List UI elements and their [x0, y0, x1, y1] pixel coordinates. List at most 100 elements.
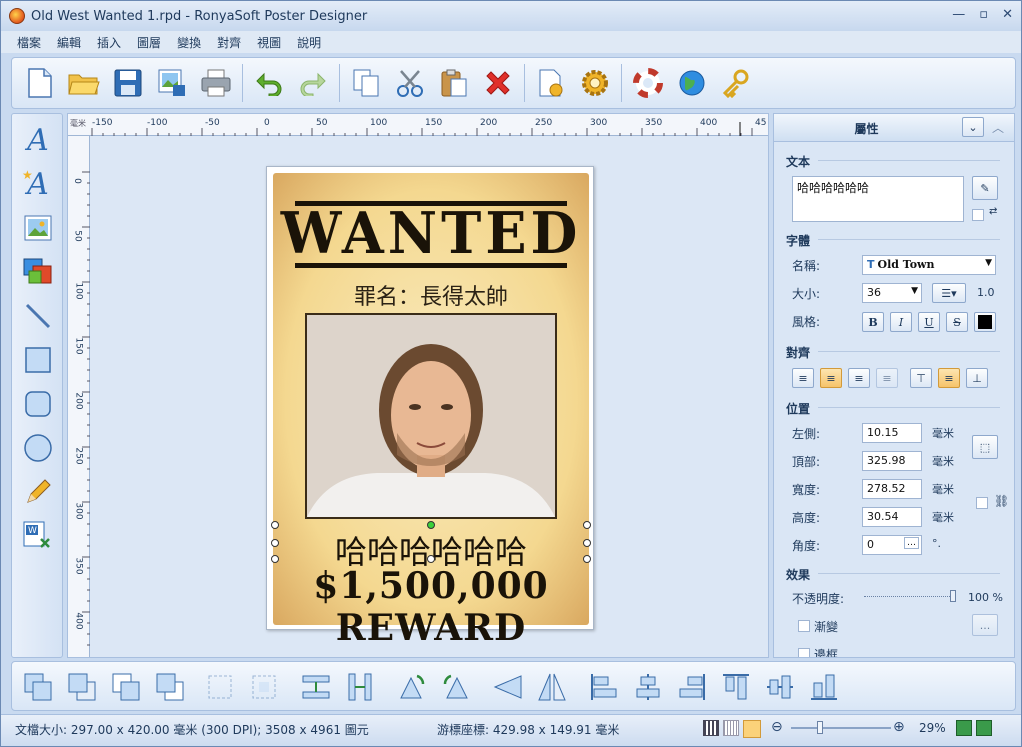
align-left-button[interactable]: ≡: [792, 368, 814, 388]
text-content-field[interactable]: 哈哈哈哈哈哈: [792, 176, 964, 222]
copy-button[interactable]: [346, 63, 386, 103]
angle-input[interactable]: 0…: [862, 535, 922, 555]
image-tool[interactable]: [20, 210, 56, 246]
actual-size-icon[interactable]: [976, 720, 992, 736]
rectangle-tool[interactable]: [20, 342, 56, 378]
minimize-button[interactable]: —: [952, 7, 965, 22]
line-spacing-button[interactable]: ☰▾: [932, 283, 966, 303]
resize-handle-nw[interactable]: [271, 521, 279, 529]
menu-edit[interactable]: 編輯: [57, 34, 81, 51]
menu-transform[interactable]: 變換: [177, 34, 201, 51]
zoom-slider-thumb[interactable]: [817, 721, 823, 734]
edit-text-button[interactable]: ✎: [972, 176, 998, 200]
delete-button[interactable]: [478, 63, 518, 103]
valign-bottom-button[interactable]: ⊥: [966, 368, 988, 388]
menu-file[interactable]: 檔案: [17, 34, 41, 51]
settings-button[interactable]: [575, 63, 615, 103]
bring-to-front-button[interactable]: [20, 669, 56, 705]
crime-text[interactable]: 罪名：長得太帥: [273, 279, 589, 311]
angle-picker-button[interactable]: …: [904, 537, 919, 549]
gradient-checkbox[interactable]: [798, 620, 810, 632]
resize-handle-se[interactable]: [583, 555, 591, 563]
font-size-select[interactable]: 36 ▼: [862, 283, 922, 303]
undo-button[interactable]: [249, 63, 289, 103]
menu-view[interactable]: 視圖: [257, 34, 281, 51]
cut-button[interactable]: [390, 63, 430, 103]
zoom-out-icon[interactable]: ⊖: [771, 719, 783, 735]
top-input[interactable]: 325.98: [862, 451, 922, 471]
menu-layer[interactable]: 圖層: [137, 34, 161, 51]
help-button[interactable]: [628, 63, 668, 103]
redo-button[interactable]: [293, 63, 333, 103]
panel-dropdown-button[interactable]: ⌄: [962, 117, 984, 137]
fit-to-page-button[interactable]: ⬚: [972, 435, 998, 459]
italic-button[interactable]: I: [890, 312, 912, 332]
ungroup-button[interactable]: [246, 669, 282, 705]
resize-handle-e[interactable]: [583, 539, 591, 547]
group-button[interactable]: [202, 669, 238, 705]
resize-handle-w[interactable]: [271, 539, 279, 547]
save-button[interactable]: [108, 63, 148, 103]
gradient-settings-button[interactable]: ...: [972, 614, 998, 636]
text-tool[interactable]: A: [20, 122, 56, 158]
line-tool[interactable]: [20, 298, 56, 334]
height-input[interactable]: 30.54: [862, 507, 922, 527]
flip-horizontal-button[interactable]: [534, 669, 570, 705]
justify-button[interactable]: ≡: [876, 368, 898, 388]
fit-page-icon[interactable]: [956, 720, 972, 736]
text-color-button[interactable]: [974, 312, 996, 332]
export-image-button[interactable]: [152, 63, 192, 103]
align-objects-right-button[interactable]: [674, 669, 710, 705]
flip-vertical-button[interactable]: [490, 669, 526, 705]
resize-handle-sw[interactable]: [271, 555, 279, 563]
strikethrough-button[interactable]: S: [946, 312, 968, 332]
valign-middle-button[interactable]: ≡: [938, 368, 960, 388]
collapse-icon[interactable]: ︿: [992, 119, 1004, 136]
zoom-slider[interactable]: [791, 727, 891, 729]
design-canvas[interactable]: 毫米 -150 -100 -50 0 50 100 150 200 250 30…: [67, 113, 769, 658]
rulers-toggle-icon[interactable]: [743, 720, 761, 738]
rotate-handle[interactable]: [427, 521, 435, 529]
align-objects-middle-button[interactable]: [762, 669, 798, 705]
open-button[interactable]: [64, 63, 104, 103]
art-text-tool[interactable]: A ★: [20, 166, 56, 202]
distribute-horizontal-button[interactable]: [298, 669, 334, 705]
menu-align[interactable]: 對齊: [217, 34, 241, 51]
wanted-headline[interactable]: WANTED: [273, 199, 589, 266]
menu-insert[interactable]: 插入: [97, 34, 121, 51]
poster-page[interactable]: WANTED 罪名：長得太帥 哈哈哈哈哈哈 $1,500,000 REWARD: [266, 166, 594, 649]
ellipse-tool[interactable]: [20, 430, 56, 466]
rotate-left-button[interactable]: [394, 669, 430, 705]
zoom-in-icon[interactable]: ⊕: [893, 719, 905, 735]
align-right-button[interactable]: ≡: [848, 368, 870, 388]
menu-help[interactable]: 說明: [297, 34, 321, 51]
bring-forward-button[interactable]: [108, 669, 144, 705]
align-objects-left-button[interactable]: [586, 669, 622, 705]
website-button[interactable]: [672, 63, 712, 103]
align-center-button[interactable]: ≡: [820, 368, 842, 388]
text-option-checkbox[interactable]: [972, 209, 984, 221]
rotate-right-button[interactable]: [438, 669, 474, 705]
page-setup-button[interactable]: [531, 63, 571, 103]
border-checkbox[interactable]: [798, 648, 810, 657]
opacity-slider[interactable]: [864, 596, 956, 598]
calendar-tool[interactable]: W: [20, 518, 56, 554]
align-objects-bottom-button[interactable]: [806, 669, 842, 705]
resize-handle-s[interactable]: [427, 555, 435, 563]
register-button[interactable]: [716, 63, 756, 103]
reward-text[interactable]: $1,500,000 REWARD: [273, 565, 589, 649]
close-button[interactable]: ✕: [1002, 7, 1013, 22]
underline-button[interactable]: U: [918, 312, 940, 332]
maximize-button[interactable]: ▫: [979, 7, 988, 22]
pencil-tool[interactable]: [20, 474, 56, 510]
send-to-back-button[interactable]: [64, 669, 100, 705]
width-input[interactable]: 278.52: [862, 479, 922, 499]
send-backward-button[interactable]: [152, 669, 188, 705]
resize-handle-ne[interactable]: [583, 521, 591, 529]
suspect-photo[interactable]: [305, 313, 557, 519]
valign-top-button[interactable]: ⊤: [910, 368, 932, 388]
clipart-tool[interactable]: [20, 254, 56, 290]
rounded-rect-tool[interactable]: [20, 386, 56, 422]
paste-button[interactable]: [434, 63, 474, 103]
bold-button[interactable]: B: [862, 312, 884, 332]
